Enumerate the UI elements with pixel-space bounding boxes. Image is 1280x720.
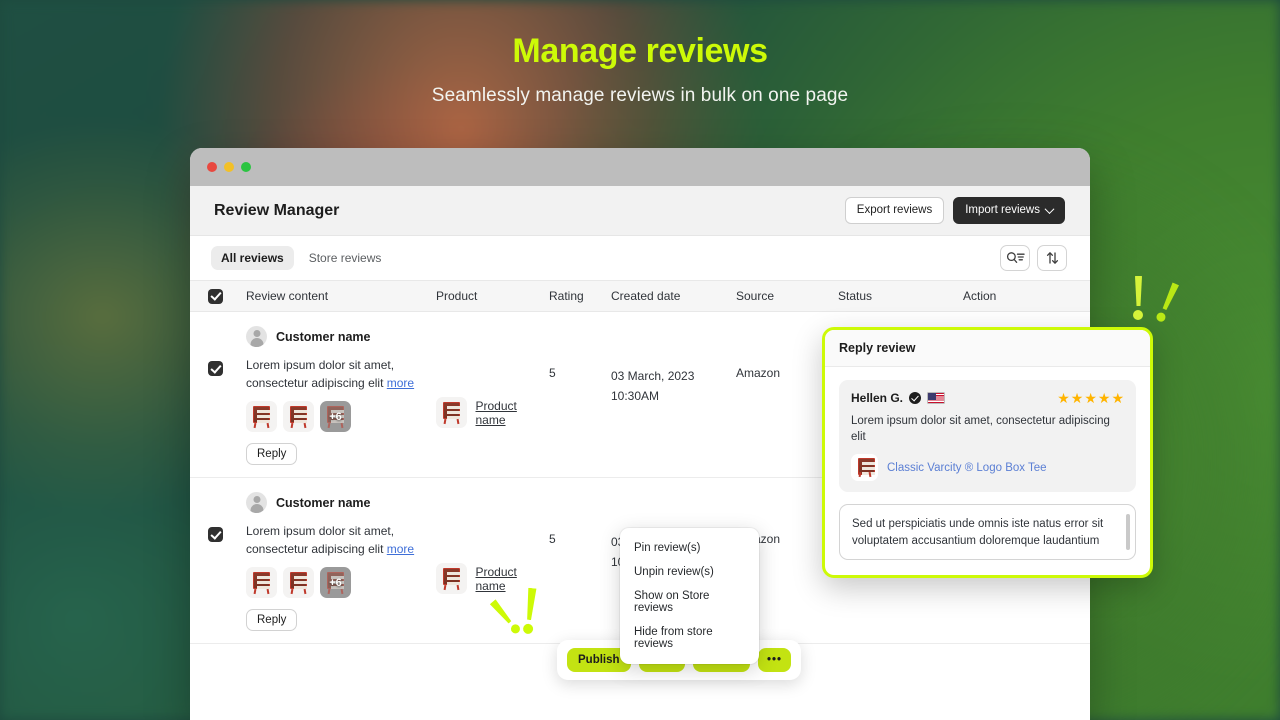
column-header-status: Status xyxy=(838,289,873,303)
product-name-link[interactable]: Classic Varcity ® Logo Box Tee xyxy=(887,462,1047,474)
original-review-text: Lorem ipsum dolor sit amet, consectetur … xyxy=(851,415,1110,443)
reply-panel-body: Hellen G. ★ ★ ★ ★ ★ Lorem ipsum dolor si… xyxy=(825,367,1150,575)
column-header-source: Source xyxy=(736,289,775,303)
customer-name: Customer name xyxy=(276,329,371,344)
star-icon: ★ xyxy=(1070,390,1084,406)
row-select-checkbox[interactable] xyxy=(208,492,246,631)
us-flag-icon xyxy=(927,392,946,404)
more-link[interactable]: more xyxy=(387,376,414,390)
column-header-action: Action xyxy=(963,289,997,303)
app-header-actions: Export reviews Import reviews xyxy=(844,197,1065,224)
reviewer-header: Customer name xyxy=(246,326,436,347)
reply-textarea[interactable]: Sed ut perspiciatis unde omnis iste natu… xyxy=(839,504,1136,560)
menu-item-show-on-store-reviews[interactable]: Show on Store reviews xyxy=(620,584,759,620)
exclamation-mark-icon xyxy=(1133,276,1144,320)
reply-button[interactable]: Reply xyxy=(246,443,298,465)
page-subtitle: Seamlessly manage reviews in bulk on one… xyxy=(431,85,849,107)
reviewer-header: Customer name xyxy=(246,492,436,513)
avatar xyxy=(246,326,267,347)
menu-item-unpin-reviews[interactable]: Unpin review(s) xyxy=(620,560,759,584)
rating-cell: 5 xyxy=(549,366,556,380)
verified-badge-icon xyxy=(909,392,922,404)
avatar xyxy=(246,492,267,513)
reply-review-panel: Reply review Hellen G. ★ ★ ★ ★ ★ Lorem i… xyxy=(822,327,1153,578)
review-thumbnail[interactable] xyxy=(246,567,277,598)
review-text: Lorem ipsum dolor sit amet, consectetur … xyxy=(246,356,424,392)
maximize-window-button[interactable] xyxy=(241,162,251,172)
reply-button[interactable]: Reply xyxy=(246,609,298,631)
review-content-cell: Customer name Lorem ipsum dolor sit amet… xyxy=(246,326,436,465)
row-select-checkbox[interactable] xyxy=(208,326,246,465)
created-time: 10:30AM xyxy=(611,389,660,403)
star-rating: ★ ★ ★ ★ ★ xyxy=(1057,391,1124,405)
created-date: 03 March, 2023 xyxy=(611,369,695,383)
export-reviews-button[interactable]: Export reviews xyxy=(844,197,945,224)
menu-item-hide-from-store-reviews[interactable]: Hide from store reviews xyxy=(620,620,759,656)
rating-cell: 5 xyxy=(549,532,556,546)
tab-all-reviews[interactable]: All reviews xyxy=(211,246,294,270)
more-link[interactable]: more xyxy=(387,542,414,556)
customer-name: Customer name xyxy=(276,495,371,510)
column-header-rating: Rating xyxy=(549,289,584,303)
original-review-header: Hellen G. ★ ★ ★ ★ ★ xyxy=(851,391,1124,405)
review-text-body: Lorem ipsum dolor sit amet, consectetur … xyxy=(246,358,395,390)
product-thumbnail xyxy=(436,563,467,594)
app-header: Review Manager Export reviews Import rev… xyxy=(190,186,1090,236)
review-text-body: Lorem ipsum dolor sit amet, consectetur … xyxy=(246,524,395,556)
review-thumbnail[interactable] xyxy=(283,567,314,598)
original-review-product: Classic Varcity ® Logo Box Tee xyxy=(851,454,1124,481)
page-title: Manage reviews xyxy=(512,32,768,70)
star-icon: ★ xyxy=(1084,390,1097,406)
review-thumbnail[interactable] xyxy=(283,401,314,432)
reviewer-identity: Hellen G. xyxy=(851,391,946,405)
review-thumbnail-overflow[interactable]: +6 xyxy=(320,401,351,432)
sort-icon[interactable] xyxy=(1037,245,1067,271)
review-thumbnail-overflow[interactable]: +6 xyxy=(320,567,351,598)
hero-section: Manage reviews Seamlessly manage reviews… xyxy=(0,32,1280,107)
textarea-scrollbar[interactable] xyxy=(1125,514,1130,550)
bulk-action-context-menu: Pin review(s) Unpin review(s) Show on St… xyxy=(620,528,759,664)
review-thumbnails: +6 xyxy=(246,567,436,598)
star-icon: ★ xyxy=(1057,390,1070,406)
reviews-toolbar: All reviews Store reviews xyxy=(190,236,1090,280)
minimize-window-button[interactable] xyxy=(224,162,234,172)
review-text: Lorem ipsum dolor sit amet, consectetur … xyxy=(246,522,424,558)
close-window-button[interactable] xyxy=(207,162,217,172)
tab-list: All reviews Store reviews xyxy=(211,246,391,270)
review-thumbnail[interactable] xyxy=(246,401,277,432)
star-icon: ★ xyxy=(1097,390,1111,406)
star-icon: ★ xyxy=(1111,390,1124,406)
product-cell: Product name xyxy=(436,326,549,465)
review-content-cell: Customer name Lorem ipsum dolor sit amet… xyxy=(246,492,436,631)
chevron-down-icon xyxy=(1044,204,1055,215)
app-title: Review Manager xyxy=(214,201,340,219)
product-thumbnail xyxy=(851,454,878,481)
tab-store-reviews[interactable]: Store reviews xyxy=(299,246,392,270)
thumbnail-overflow-count: +6 xyxy=(329,576,342,589)
more-actions-button[interactable]: ••• xyxy=(757,648,792,672)
toolbar-icons xyxy=(1000,245,1067,271)
column-header-review-content: Review content xyxy=(246,289,329,303)
reviewer-name: Hellen G. xyxy=(851,391,904,405)
product-thumbnail xyxy=(436,397,467,428)
review-thumbnails: +6 xyxy=(246,401,436,432)
window-titlebar xyxy=(190,148,1090,186)
created-date-cell: 03 March, 2023 10:30AM xyxy=(611,326,736,465)
table-header: Review content Product Rating Created da… xyxy=(190,280,1090,312)
search-filter-icon[interactable] xyxy=(1000,245,1030,271)
original-review-card: Hellen G. ★ ★ ★ ★ ★ Lorem ipsum dolor si… xyxy=(839,380,1136,492)
select-all-checkbox[interactable] xyxy=(208,288,246,304)
reply-panel-title: Reply review xyxy=(825,330,1150,367)
column-header-product: Product xyxy=(436,289,478,303)
menu-item-pin-reviews[interactable]: Pin review(s) xyxy=(620,536,759,560)
thumbnail-overflow-count: +6 xyxy=(329,410,342,423)
import-reviews-button[interactable]: Import reviews xyxy=(953,197,1065,224)
column-header-created-date: Created date xyxy=(611,289,681,303)
product-name-link[interactable]: Product name xyxy=(476,399,550,427)
import-reviews-label: Import reviews xyxy=(965,204,1040,216)
reply-textarea-value: Sed ut perspiciatis unde omnis iste natu… xyxy=(852,518,1104,547)
